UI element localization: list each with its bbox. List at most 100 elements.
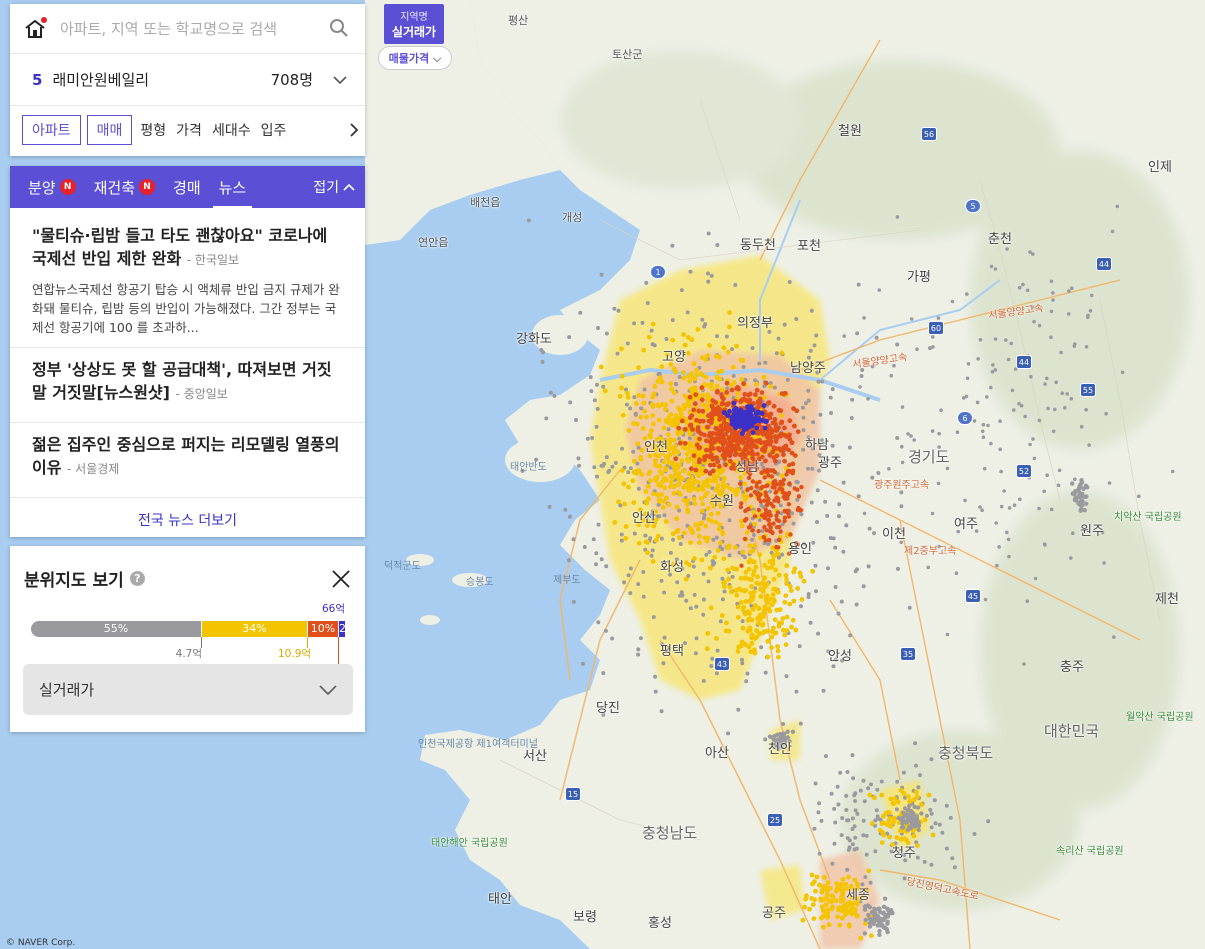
price-dot <box>867 905 873 910</box>
price-dot <box>978 505 982 509</box>
price-dot <box>965 376 970 381</box>
price-dot <box>771 576 777 582</box>
price-dot <box>842 334 846 338</box>
news-title[interactable]: 젊은 집주인 중심으로 퍼지는 리모델링 열풍의 이유 - 서울경제 <box>32 433 341 481</box>
price-dot <box>833 545 838 550</box>
price-dot <box>866 786 871 791</box>
search-icon[interactable] <box>329 18 351 40</box>
price-dot <box>713 519 718 525</box>
trending-complex-row[interactable]: 5 래미안원베일리 708명 <box>10 54 365 106</box>
collapse-button[interactable]: 접기 <box>313 177 355 197</box>
price-dot <box>1102 561 1106 565</box>
price-dot <box>763 380 769 386</box>
price-dot <box>705 353 710 358</box>
search-input[interactable] <box>60 19 329 38</box>
more-news-link[interactable]: 전국 뉴스 더보기 <box>10 498 365 530</box>
price-dot <box>930 511 935 516</box>
price-dot <box>875 787 880 792</box>
price-dot <box>766 412 772 418</box>
news-item[interactable]: "물티슈·립밤 들고 타도 괜찮아요" 코로나에 국제선 반입 제한 완화 - … <box>10 208 365 348</box>
price-dot <box>771 521 776 526</box>
price-dot <box>936 481 941 486</box>
price-dot <box>780 616 786 621</box>
price-dot <box>771 625 776 631</box>
map-label: 남양주 <box>790 361 826 376</box>
tab-reconstruction[interactable]: 재건축 N <box>94 166 156 208</box>
price-dot <box>834 881 840 886</box>
price-dot <box>797 644 802 649</box>
price-dot <box>852 847 857 852</box>
filter-area[interactable]: 평형 <box>138 120 168 140</box>
price-dot <box>699 485 704 491</box>
price-dot <box>773 567 778 573</box>
price-dot <box>636 365 641 370</box>
price-dot <box>816 379 821 384</box>
price-dot <box>687 440 692 446</box>
price-dot <box>654 463 660 469</box>
price-dot <box>906 817 912 823</box>
price-dot <box>876 816 881 821</box>
price-dot <box>714 636 719 641</box>
news-item[interactable]: 젊은 집주인 중심으로 퍼지는 리모델링 열풍의 이유 - 서울경제 <box>10 423 365 498</box>
help-icon[interactable]: ? <box>129 571 145 586</box>
filter-chip-apartment[interactable]: 아파트 <box>22 115 81 145</box>
news-item[interactable]: 정부 '상상도 못 할 공급대책', 따져보면 거짓말 거짓말[뉴스원샷] - … <box>10 348 365 423</box>
trending-viewer-count: 708명 <box>270 71 313 89</box>
chevron-right-icon[interactable] <box>343 106 365 154</box>
filter-move-in[interactable]: 입주 <box>259 120 289 140</box>
price-dot <box>681 530 687 536</box>
map-label: 안산 <box>632 511 656 526</box>
price-dot <box>791 569 797 575</box>
chevron-up-icon <box>343 183 355 191</box>
price-dot <box>645 550 650 555</box>
price-dot <box>762 584 767 590</box>
price-dot <box>625 394 631 400</box>
price-dot <box>727 553 732 558</box>
filter-price[interactable]: 가격 <box>174 120 204 140</box>
price-dot <box>669 398 675 404</box>
price-dot <box>725 349 731 355</box>
price-dot <box>825 885 830 891</box>
close-icon[interactable] <box>331 569 351 589</box>
price-dot <box>756 529 761 534</box>
news-title[interactable]: "물티슈·립밤 들고 타도 괜찮아요" 코로나에 국제선 반입 제한 완화 - … <box>32 224 341 272</box>
news-title[interactable]: 정부 '상상도 못 할 공급대책', 따져보면 거짓말 거짓말[뉴스원샷] - … <box>32 358 341 406</box>
price-dot <box>748 524 753 529</box>
price-dot <box>813 563 818 568</box>
tab-news[interactable]: 뉴스 <box>212 166 252 208</box>
filter-chip-sale[interactable]: 매매 <box>86 115 133 145</box>
price-dot <box>783 593 789 598</box>
price-dot <box>919 811 924 816</box>
price-type-selected[interactable]: 지역명 실거래가 <box>384 4 444 44</box>
price-dot <box>703 468 709 474</box>
price-dot <box>656 533 661 539</box>
price-dot <box>782 425 787 431</box>
price-dot <box>745 432 751 438</box>
price-dot <box>681 406 687 412</box>
price-dot <box>592 465 597 470</box>
price-dot <box>823 754 828 759</box>
price-dot <box>881 904 887 909</box>
price-dot <box>735 604 741 610</box>
price-dot <box>740 657 744 662</box>
price-dot <box>657 498 662 504</box>
price-dot <box>907 605 912 610</box>
home-logo-icon[interactable] <box>24 16 47 40</box>
price-dot <box>823 902 829 908</box>
chevron-down-icon[interactable] <box>333 71 347 89</box>
price-dot <box>825 513 830 518</box>
price-dot <box>839 599 844 604</box>
filter-households[interactable]: 세대수 <box>210 120 253 140</box>
price-dot <box>728 589 734 595</box>
price-type-toggle[interactable]: 지역명 실거래가 매물가격 ⌵ <box>378 4 452 70</box>
price-dot <box>1043 382 1047 386</box>
map-label: 배천읍 <box>470 196 501 209</box>
tab-auction[interactable]: 경매 <box>173 166 201 208</box>
tab-presale[interactable]: 분양 N <box>28 166 76 208</box>
price-basis-dropdown[interactable]: 실거래가 <box>23 664 353 715</box>
price-type-listing-button[interactable]: 매물가격 ⌵ <box>378 46 452 70</box>
price-dot <box>1007 554 1011 559</box>
price-dot <box>912 804 917 810</box>
price-dot <box>596 620 601 625</box>
price-dot <box>895 799 901 805</box>
